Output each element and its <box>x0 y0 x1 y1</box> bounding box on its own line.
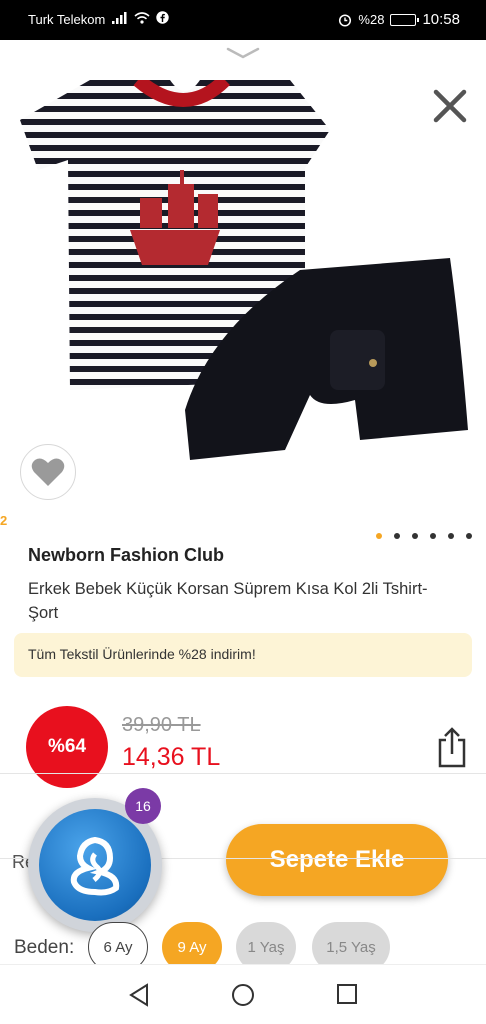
system-nav-bar <box>0 964 486 1024</box>
signal-icon <box>112 11 127 24</box>
heart-icon <box>31 458 65 486</box>
status-bar: Turk Telekom %28 10:58 <box>0 0 486 40</box>
wifi-icon <box>134 11 150 24</box>
divider <box>0 773 486 774</box>
carrier-name: Turk Telekom <box>28 12 106 27</box>
sale-price: 14,36 TL <box>122 743 221 771</box>
pager-dot[interactable] <box>376 533 382 539</box>
product-image[interactable] <box>20 80 470 480</box>
image-pager[interactable] <box>376 533 472 539</box>
pager-dot[interactable] <box>412 533 418 539</box>
battery-percent: %28 <box>358 12 385 27</box>
clock: 10:58 <box>422 11 460 28</box>
favorite-button[interactable] <box>20 444 76 500</box>
close-icon[interactable] <box>430 86 470 126</box>
pager-dot[interactable] <box>394 533 400 539</box>
size-label: Beden: <box>14 937 75 958</box>
home-icon[interactable] <box>231 983 255 1007</box>
assistant-logo-icon <box>39 809 151 921</box>
chevron-down-icon[interactable] <box>226 46 260 60</box>
add-to-cart-button[interactable]: Sepete Ekle <box>226 824 448 896</box>
old-price: 39,90 TL <box>122 714 201 736</box>
pager-dot[interactable] <box>430 533 436 539</box>
back-icon[interactable] <box>128 983 150 1007</box>
facebook-icon <box>156 11 169 24</box>
product-sheet: 2 Newborn Fashion Club Erkek Bebek Küçük… <box>0 40 486 972</box>
product-title: Erkek Bebek Küçük Korsan Süprem Kısa Kol… <box>28 580 428 622</box>
alarm-icon <box>339 13 352 27</box>
side-indicator: 2 <box>0 513 8 528</box>
pager-dot[interactable] <box>448 533 454 539</box>
pager-dot[interactable] <box>466 533 472 539</box>
battery-icon <box>390 13 420 26</box>
promo-banner: Tüm Tekstil Ürünlerinde %28 indirim! <box>14 633 472 677</box>
brand-name[interactable]: Newborn Fashion Club <box>28 545 224 566</box>
signal-icons <box>112 11 169 24</box>
share-icon[interactable] <box>436 726 468 768</box>
notification-badge: 16 <box>125 788 161 824</box>
recents-icon[interactable] <box>336 983 358 1005</box>
discount-badge: %64 <box>26 706 108 788</box>
